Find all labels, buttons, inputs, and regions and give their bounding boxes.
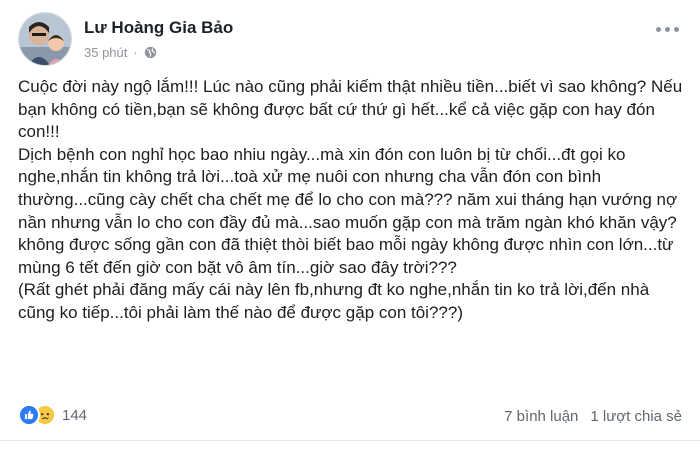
author-name[interactable]: Lư Hoàng Gia Bảo xyxy=(84,18,233,38)
post-paragraph: Dịch bệnh con nghỉ học bao nhiu ngày...m… xyxy=(18,144,678,277)
post-header: Lư Hoàng Gia Bảo 35 phút · xyxy=(18,12,682,66)
avatar-photo xyxy=(19,13,71,65)
post-body: Cuộc đời này ngộ lắm!!! Lúc nào cũng phả… xyxy=(18,76,686,325)
like-reaction-icon xyxy=(18,404,40,426)
post-meta: 35 phút · xyxy=(84,45,157,60)
post-timestamp[interactable]: 35 phút xyxy=(84,45,127,60)
share-count[interactable]: 1 lượt chia sẻ xyxy=(590,408,682,425)
more-options-icon[interactable] xyxy=(652,20,682,38)
meta-separator: · xyxy=(133,45,138,60)
more-dot xyxy=(664,26,670,32)
post-stats: 7 bình luận 1 lượt chia sẻ xyxy=(504,408,682,425)
post-paragraph: Cuộc đời này ngộ lắm!!! Lúc nào cũng phả… xyxy=(18,77,683,142)
post-divider xyxy=(0,440,700,441)
reaction-count: 144 xyxy=(62,406,88,424)
author-avatar[interactable] xyxy=(18,12,72,66)
globe-icon[interactable] xyxy=(144,46,157,59)
more-dot xyxy=(655,26,661,32)
post-paragraph: (Rất ghét phải đăng mấy cái này lên fb,n… xyxy=(18,280,650,322)
more-dot xyxy=(673,26,679,32)
comment-count[interactable]: 7 bình luận xyxy=(504,408,578,425)
post-footer: 144 7 bình luận 1 lượt chia sẻ xyxy=(18,400,682,432)
reaction-summary[interactable]: 144 xyxy=(18,404,87,426)
facebook-post: Lư Hoàng Gia Bảo 35 phút · Cuộc đời này … xyxy=(0,0,700,453)
